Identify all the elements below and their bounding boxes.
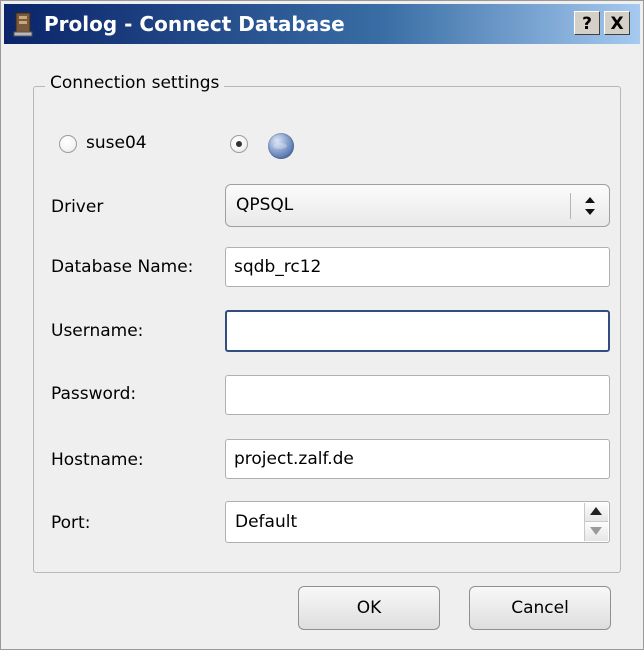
username-field[interactable] xyxy=(225,310,610,352)
window-title: Prolog - Connect Database xyxy=(44,12,345,36)
radio-remote[interactable] xyxy=(230,135,248,153)
ok-button[interactable]: OK xyxy=(298,586,440,630)
password-label: Password: xyxy=(51,384,137,404)
driver-select-value: QPSQL xyxy=(236,195,294,215)
username-label: Username: xyxy=(51,321,144,341)
app-icon xyxy=(13,12,33,37)
database-name-label: Database Name: xyxy=(51,257,194,277)
driver-select[interactable]: QPSQL xyxy=(225,184,610,227)
port-spinbox[interactable]: Default xyxy=(225,501,610,543)
radio-selected-dot xyxy=(236,141,242,147)
connect-database-dialog: Prolog - Connect Database ? X Connection… xyxy=(0,0,644,650)
up-down-arrows-icon xyxy=(585,197,595,215)
driver-label: Driver xyxy=(51,197,104,217)
close-button[interactable]: X xyxy=(604,11,630,35)
radio-suse04[interactable] xyxy=(59,135,77,153)
globe-icon xyxy=(268,133,294,159)
title-bar[interactable]: Prolog - Connect Database ? X xyxy=(4,4,640,44)
port-value: Default xyxy=(235,512,298,532)
password-field[interactable] xyxy=(225,375,610,415)
group-title: Connection settings xyxy=(45,73,225,93)
combo-divider xyxy=(570,193,571,219)
hostname-field[interactable]: project.zalf.de xyxy=(225,439,610,479)
port-increment-button[interactable] xyxy=(584,503,608,522)
database-name-field[interactable]: sqdb_rc12 xyxy=(225,247,610,287)
arrow-down-icon xyxy=(590,527,602,535)
radio-suse04-label[interactable]: suse04 xyxy=(86,133,147,153)
port-label: Port: xyxy=(51,513,91,533)
cancel-button[interactable]: Cancel xyxy=(469,586,611,630)
hostname-label: Hostname: xyxy=(51,450,144,470)
port-decrement-button[interactable] xyxy=(584,522,608,541)
arrow-up-icon xyxy=(590,507,602,515)
help-button[interactable]: ? xyxy=(574,11,600,35)
